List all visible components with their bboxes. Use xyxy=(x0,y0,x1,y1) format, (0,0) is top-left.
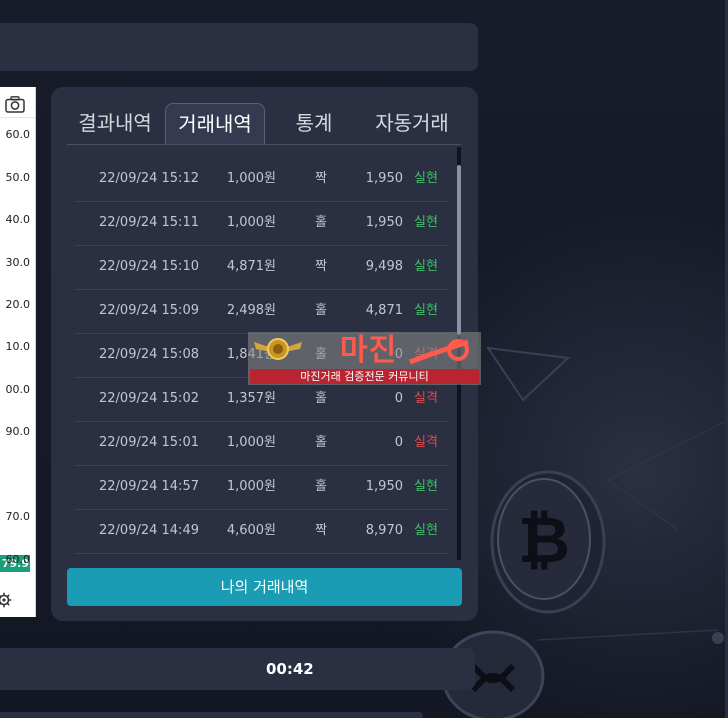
trade-pick: 홀 xyxy=(315,435,327,450)
tab-stats[interactable]: 통계 xyxy=(279,103,349,143)
bottom-bar xyxy=(0,712,423,718)
tab-trades[interactable]: 거래내역 xyxy=(165,103,265,144)
tab-bar: 결과내역 거래내역 통계 자동거래 xyxy=(67,103,453,145)
trade-result: 실현 xyxy=(414,215,438,230)
watermark-subtitle: 마진거래 검증전문 커뮤니티 xyxy=(250,369,479,384)
watermark: 마진 마진거래 검증전문 커뮤니티 xyxy=(248,332,481,385)
trade-time: 22/09/24 14:57 xyxy=(99,479,199,494)
trade-result: 실현 xyxy=(414,259,438,274)
price-chart[interactable]: 60.0 50.0 40.0 30.0 20.0 10.0 00.0 90.0 … xyxy=(0,87,36,617)
countdown-timer: 00:42 xyxy=(266,660,314,678)
camera-icon[interactable] xyxy=(5,96,25,113)
price-tick: 30.0 xyxy=(5,256,31,269)
top-bar xyxy=(0,23,478,71)
watermark-title: 마진 xyxy=(340,333,398,368)
trade-time: 22/09/24 15:01 xyxy=(99,435,199,450)
trade-amount: 2,498원 xyxy=(226,303,276,318)
wing-emblem-icon xyxy=(254,338,302,360)
trade-time: 22/09/24 15:12 xyxy=(99,171,199,186)
trade-payout: 9,498 xyxy=(365,259,403,274)
chart-divider xyxy=(0,117,35,118)
trade-time: 22/09/24 15:02 xyxy=(99,391,199,406)
trade-payout: 1,950 xyxy=(365,171,403,186)
trade-time: 22/09/24 15:10 xyxy=(99,259,199,274)
price-tick: 90.0 xyxy=(5,425,31,438)
price-tick: 20.0 xyxy=(5,298,31,311)
trade-amount: 1,000원 xyxy=(226,479,276,494)
trade-result: 실현 xyxy=(414,303,438,318)
trade-payout: 0 xyxy=(394,435,403,450)
table-row: 22/09/24 15:01 1,000원 홀 0 실격 xyxy=(74,421,449,466)
price-tick: 50.0 xyxy=(5,171,31,184)
trade-result: 실현 xyxy=(414,523,438,538)
trade-result: 실현 xyxy=(414,479,438,494)
countdown-bar: 00:42 xyxy=(0,648,475,690)
tab-results[interactable]: 결과내역 xyxy=(67,103,163,143)
table-row: 22/09/24 15:11 1,000원 홀 1,950 실현 xyxy=(74,201,449,246)
trade-result: 실현 xyxy=(414,171,438,186)
price-tick: 10.0 xyxy=(5,340,31,353)
trade-amount: 4,600원 xyxy=(226,523,276,538)
trade-pick: 홀 xyxy=(315,215,327,230)
watermark-badge-icon xyxy=(409,339,469,365)
price-tick: 70.0 xyxy=(5,510,31,523)
trade-result: 실격 xyxy=(414,435,438,450)
price-tick: 60.0 xyxy=(5,553,31,566)
trade-pick: 짝 xyxy=(315,523,327,538)
gear-icon[interactable] xyxy=(0,592,12,608)
trade-pick: 홀 xyxy=(315,479,327,494)
table-row: 22/09/24 14:49 4,600원 짝 8,970 실현 xyxy=(74,509,449,554)
trade-pick: 짝 xyxy=(315,259,327,274)
trade-time: 22/09/24 15:09 xyxy=(99,303,199,318)
table-row: 22/09/24 15:09 2,498원 홀 4,871 실현 xyxy=(74,289,449,334)
trade-payout: 4,871 xyxy=(365,303,403,318)
trade-payout: 1,950 xyxy=(365,215,403,230)
trade-time: 22/09/24 15:11 xyxy=(99,215,199,230)
trade-amount: 4,871원 xyxy=(226,259,276,274)
my-trade-history-button[interactable]: 나의 거래내역 xyxy=(67,568,462,606)
table-row: 22/09/24 14:57 1,000원 홀 1,950 실현 xyxy=(74,465,449,510)
trade-pick: 홀 xyxy=(315,303,327,318)
price-tick: 60.0 xyxy=(5,128,31,141)
list-scrollbar-thumb[interactable] xyxy=(457,165,461,335)
trade-payout: 1,950 xyxy=(365,479,403,494)
table-row: 22/09/24 15:12 1,000원 짝 1,950 실현 xyxy=(74,157,449,202)
price-tick: 40.0 xyxy=(5,213,31,226)
tab-auto-trade[interactable]: 자동거래 xyxy=(363,103,461,143)
trade-time: 22/09/24 15:08 xyxy=(99,347,199,362)
trade-amount: 1,000원 xyxy=(226,215,276,230)
trade-pick: 짝 xyxy=(315,171,327,186)
trade-amount: 1,000원 xyxy=(226,435,276,450)
tab-divider xyxy=(67,144,461,145)
trade-payout: 8,970 xyxy=(365,523,403,538)
network-lines xyxy=(485,346,728,644)
table-row: 22/09/24 15:10 4,871원 짝 9,498 실현 xyxy=(74,245,449,290)
trade-time: 22/09/24 14:49 xyxy=(99,523,199,538)
price-tick: 00.0 xyxy=(5,383,31,396)
trade-amount: 1,000원 xyxy=(226,171,276,186)
